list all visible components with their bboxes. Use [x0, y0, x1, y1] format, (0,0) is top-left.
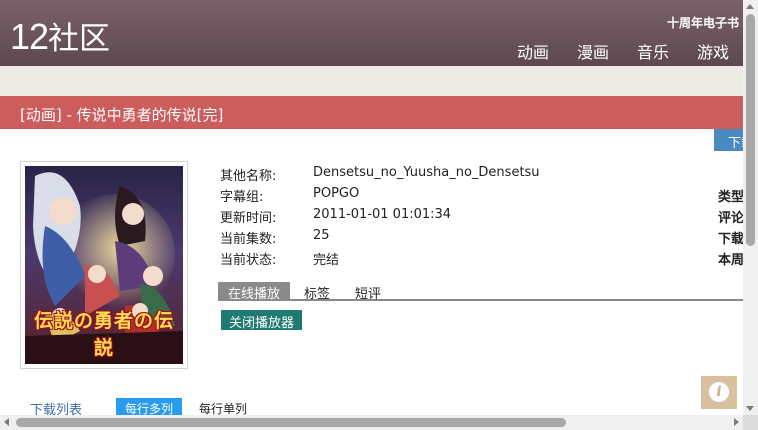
- tab-bar: 在线播放 标签 短评: [218, 282, 743, 302]
- logo-number: 12: [10, 16, 49, 57]
- info-value: Densetsu_no_Yuusha_no_Densetsu: [313, 165, 540, 180]
- cover-frame: 伝説の勇者の伝説: [20, 161, 188, 369]
- site-header: 12社区 十周年电子书 动画 漫画 音乐 游戏: [0, 0, 743, 66]
- main-nav: 动画 漫画 音乐 游戏: [517, 39, 729, 63]
- info-label: 当前集数:: [220, 232, 277, 247]
- info-value: POPGO: [313, 186, 360, 201]
- info-button[interactable]: i: [701, 376, 737, 409]
- info-week-label: 本周: [718, 253, 745, 268]
- info-label: 其他名称:: [220, 169, 277, 184]
- download-button[interactable]: 下载: [714, 129, 744, 151]
- info-value: 25: [313, 228, 330, 243]
- cover-title-art: 伝説の勇者の伝説: [33, 310, 174, 359]
- scroll-up-icon[interactable]: [746, 4, 754, 9]
- tab-short-reviews[interactable]: 短评: [345, 282, 391, 302]
- nav-item-anime[interactable]: 动画: [517, 39, 549, 63]
- horizontal-scroll-thumb[interactable]: [16, 418, 566, 427]
- vertical-scroll-thumb[interactable]: [746, 14, 755, 246]
- tab-online-play[interactable]: 在线播放: [218, 282, 291, 302]
- tab-tags[interactable]: 标签: [294, 282, 340, 302]
- vertical-scrollbar[interactable]: [743, 0, 758, 415]
- info-comments-label: 评论: [718, 211, 745, 226]
- info-label: 更新时间:: [220, 211, 277, 226]
- nav-item-game[interactable]: 游戏: [697, 39, 729, 63]
- page: 12社区 十周年电子书 动画 漫画 音乐 游戏 [动画] - 传说中勇者的传说[…: [0, 0, 758, 430]
- info-label: 字幕组:: [220, 190, 264, 205]
- header-band: [0, 66, 743, 96]
- info-type-label: 类型: [718, 190, 745, 205]
- info-icon: i: [709, 382, 729, 402]
- info-label: 当前状态:: [220, 253, 277, 268]
- close-player-button[interactable]: 关闭播放器: [221, 310, 303, 331]
- info-value: 2011-01-01 01:01:34: [313, 207, 452, 222]
- cover-image[interactable]: 伝説の勇者の伝説: [25, 166, 183, 364]
- scrollbar-corner: [743, 415, 758, 430]
- title-bar: [动画] - 传说中勇者的传说[完]: [0, 96, 743, 129]
- nav-item-comic[interactable]: 漫画: [577, 39, 609, 63]
- info-downloads-label: 下载: [718, 232, 745, 247]
- scroll-left-icon[interactable]: [4, 418, 9, 426]
- scroll-down-icon[interactable]: [746, 406, 754, 411]
- tagline-link[interactable]: 十周年电子书: [667, 14, 739, 31]
- logo-text: 社区: [48, 21, 111, 57]
- nav-item-music[interactable]: 音乐: [637, 39, 669, 63]
- scroll-right-icon[interactable]: [734, 418, 739, 426]
- horizontal-scrollbar[interactable]: [0, 415, 743, 430]
- site-logo[interactable]: 12社区: [10, 16, 110, 60]
- info-value: 完结: [313, 253, 340, 268]
- page-title: [动画] - 传说中勇者的传说[完]: [20, 106, 224, 124]
